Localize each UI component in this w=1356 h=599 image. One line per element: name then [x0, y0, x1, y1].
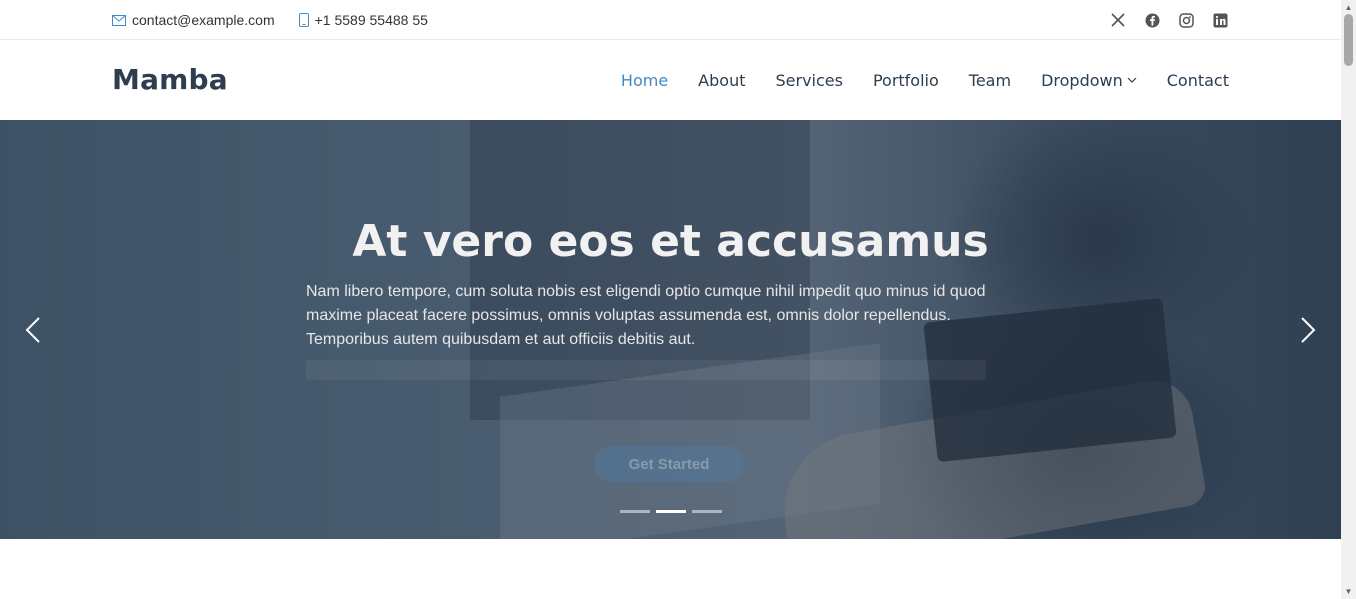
carousel-indicator[interactable] — [692, 510, 722, 513]
carousel-indicators — [620, 510, 728, 513]
phone-item[interactable]: +1 5589 55488 55 — [298, 12, 428, 28]
page-scrollbar[interactable]: ▲ ▼ — [1341, 0, 1356, 599]
nav-team[interactable]: Team — [969, 71, 1011, 90]
nav-about[interactable]: About — [698, 71, 745, 90]
chevron-left-icon — [25, 317, 40, 343]
nav-dropdown[interactable]: Dropdown — [1041, 71, 1137, 90]
facebook-icon[interactable] — [1143, 11, 1161, 29]
phone-icon — [298, 13, 309, 27]
hero-carousel: At vero eos et accusamus Nam libero temp… — [0, 120, 1341, 539]
email-text[interactable]: contact@example.com — [132, 12, 275, 28]
contact-info: contact@example.com +1 5589 55488 55 — [112, 0, 452, 40]
main-nav: Home About Services Portfolio Team Dropd… — [591, 40, 1229, 120]
linkedin-icon[interactable] — [1211, 11, 1229, 29]
chevron-down-icon — [1127, 77, 1137, 83]
logo[interactable]: Mamba — [112, 40, 228, 120]
get-started-button[interactable]: Get Started — [594, 446, 744, 482]
email-item[interactable]: contact@example.com — [112, 12, 275, 28]
nav-dropdown-label: Dropdown — [1041, 70, 1123, 90]
topbar: contact@example.com +1 5589 55488 55 — [0, 0, 1341, 40]
hero-text: Nam libero tempore, cum soluta nobis est… — [306, 283, 986, 348]
instagram-icon[interactable] — [1177, 11, 1195, 29]
fading-text — [306, 360, 986, 380]
carousel-indicator-active[interactable] — [656, 510, 686, 513]
carousel-next-button[interactable] — [1293, 310, 1323, 350]
nav-services[interactable]: Services — [775, 71, 842, 90]
nav-portfolio[interactable]: Portfolio — [873, 71, 939, 90]
social-links — [1093, 0, 1229, 40]
scroll-down-arrow[interactable]: ▼ — [1341, 584, 1356, 599]
hero-title: At vero eos et accusamus — [352, 216, 989, 267]
scroll-up-arrow[interactable]: ▲ — [1341, 0, 1356, 15]
carousel-indicator[interactable] — [620, 510, 650, 513]
site-header: Mamba Home About Services Portfolio Team… — [0, 40, 1341, 120]
carousel-prev-button[interactable] — [18, 310, 48, 350]
x-icon[interactable] — [1109, 11, 1127, 29]
chevron-right-icon — [1301, 317, 1316, 343]
nav-home[interactable]: Home — [621, 71, 668, 90]
nav-contact[interactable]: Contact — [1167, 71, 1229, 90]
phone-text[interactable]: +1 5589 55488 55 — [315, 12, 428, 28]
scrollbar-thumb[interactable] — [1344, 14, 1353, 66]
envelope-icon — [112, 14, 126, 26]
